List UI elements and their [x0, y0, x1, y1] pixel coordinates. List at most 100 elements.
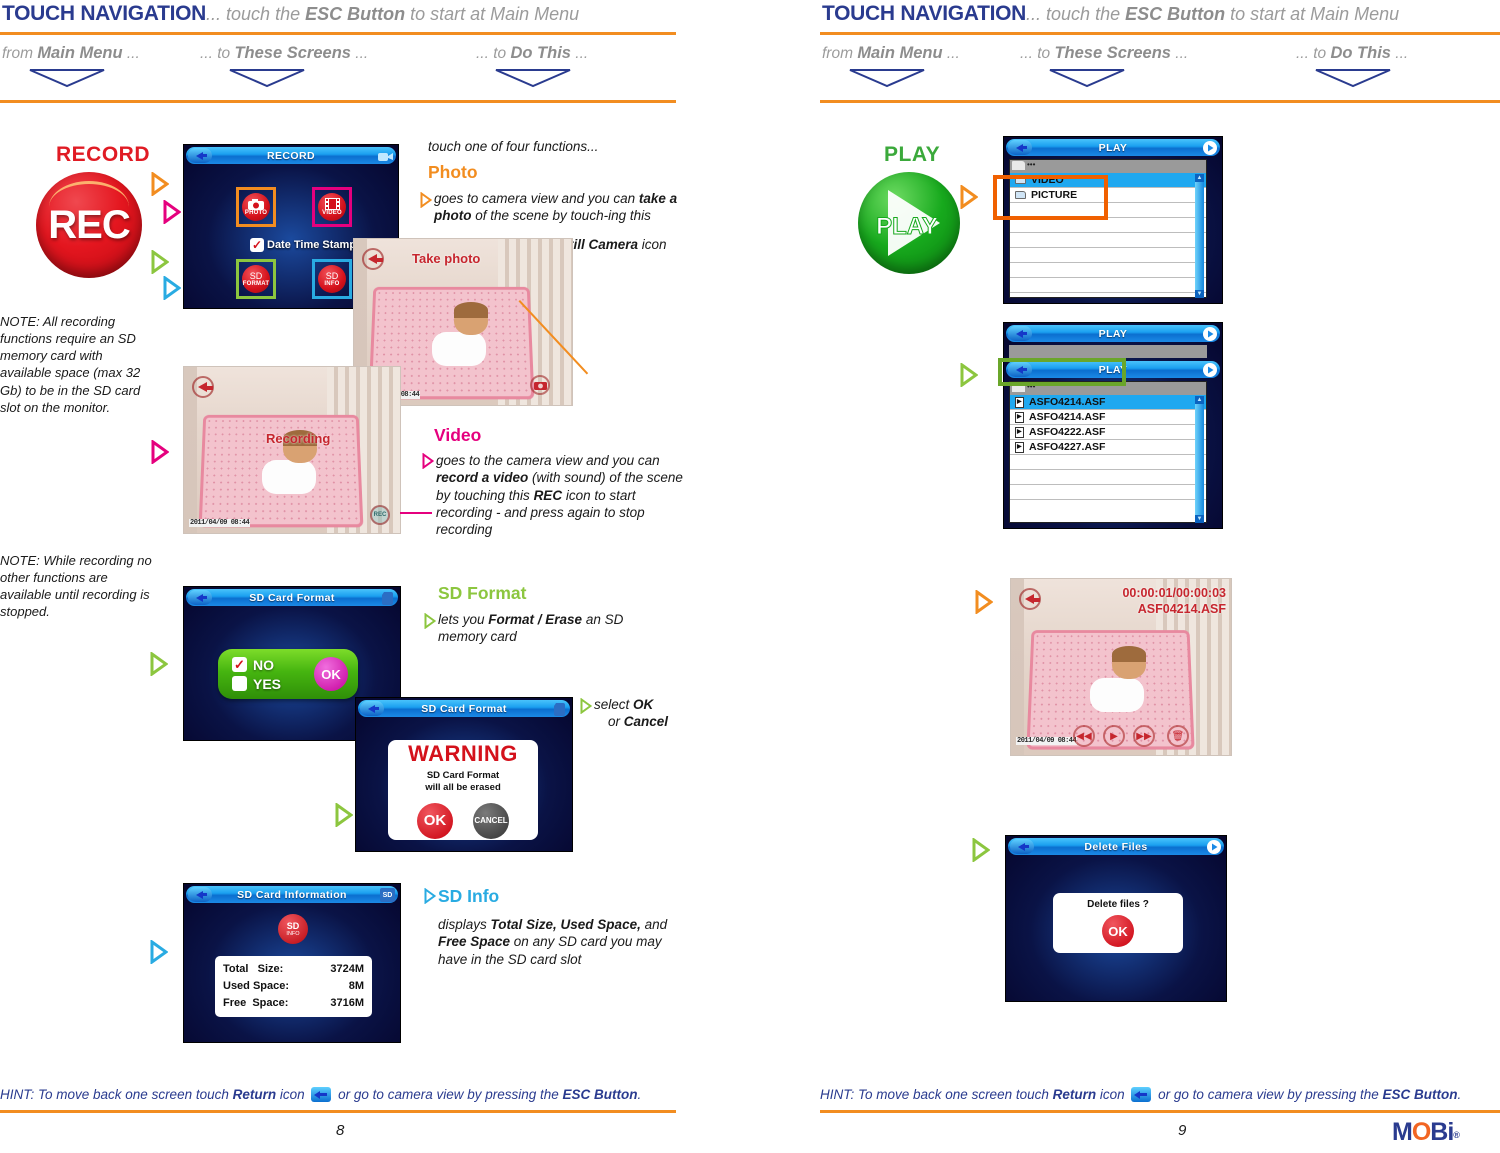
scroll-up-icon[interactable]: ▲	[1195, 174, 1204, 182]
return-icon-overlay-playback[interactable]	[1019, 588, 1041, 610]
file-icon	[1015, 441, 1024, 453]
record-item-photo[interactable]: PHOTO	[236, 187, 276, 227]
list-item[interactable]: ASFO4227.ASF	[1010, 440, 1206, 455]
list-item[interactable]: VIDEO	[1010, 173, 1206, 188]
list-item[interactable]	[1010, 263, 1206, 278]
play-badge[interactable]: PLAY	[858, 172, 960, 274]
callout-line-rec	[400, 512, 432, 514]
record-badge[interactable]: REC	[36, 172, 142, 278]
page-subtitle: ... touch the ESC Button to start at Mai…	[206, 4, 580, 24]
return-icon-play1[interactable]	[1008, 140, 1032, 155]
scroll-up-icon-2[interactable]: ▲	[1195, 396, 1204, 404]
warning-cancel-button[interactable]: CANCEL	[473, 802, 509, 839]
folder-icon-parent	[1012, 161, 1025, 170]
record-item-video[interactable]: VIDEO	[312, 187, 352, 227]
return-icon-sdinfo[interactable]	[188, 887, 212, 902]
return-icon-play2-inner[interactable]	[1008, 362, 1032, 377]
file-icon	[1015, 411, 1024, 423]
rec-button-overlay[interactable]: REC	[370, 505, 390, 525]
play-next-icon-3[interactable]	[1202, 363, 1217, 377]
return-icon-delete[interactable]	[1010, 839, 1034, 854]
list-item[interactable]	[1010, 218, 1206, 233]
header-col-do-this: ... to Do This ...	[476, 44, 589, 62]
list-item[interactable]	[1010, 233, 1206, 248]
header-col-do-this-right: ... to Do This ...	[1296, 44, 1409, 62]
still-camera-button[interactable]	[530, 375, 550, 395]
elapsed-total-time: 00:00:01/00:00:03	[1122, 586, 1226, 600]
sd-info-table: Total Size: 3724M Used Space: 8M Free Spac…	[215, 956, 372, 1018]
video-icon: VIDEO	[318, 193, 346, 221]
scrollbar-play2[interactable]: ▲ ▼	[1195, 396, 1204, 523]
play-folder-list[interactable]: ••• VIDEO PICTURE ▲ ▼	[1009, 159, 1207, 298]
pointer-green-sdformat	[150, 652, 168, 676]
list-item[interactable]	[1010, 455, 1206, 470]
pointer-green-warning	[335, 803, 353, 827]
play-next-icon-2[interactable]	[1202, 327, 1217, 341]
delete-ok-button[interactable]: OK	[1102, 915, 1134, 947]
baby-body-2	[261, 459, 316, 494]
sdformat-yes-label: YES	[253, 675, 282, 692]
fast-forward-button[interactable]: ▶▶	[1133, 725, 1155, 747]
list-item[interactable]	[1010, 248, 1206, 263]
return-icon-play2[interactable]	[1008, 326, 1032, 341]
sd-card-icon-2	[552, 702, 567, 716]
chevron-down-icon-3	[495, 69, 571, 88]
scroll-down-icon[interactable]: ▼	[1195, 290, 1204, 298]
playback-filename: ASF04214.ASF	[1137, 601, 1226, 616]
list-item[interactable]	[1010, 470, 1206, 485]
return-icon-warning[interactable]	[360, 701, 384, 716]
scrollbar-play1[interactable]: ▲ ▼	[1195, 174, 1204, 298]
screen-warning-title: SD Card Format	[421, 702, 507, 715]
delete-button[interactable]: 🗑	[1167, 725, 1189, 747]
screen-playback: 00:00:01/00:00:03 ASF04214.ASF 2011/04/0…	[1010, 578, 1232, 756]
record-item-sd-format[interactable]: SD FORMAT	[236, 259, 276, 299]
list-item[interactable]: ASFO4222.ASF	[1010, 425, 1206, 440]
warning-ok-button[interactable]: OK	[417, 802, 453, 839]
play-button[interactable]: ▶	[1103, 725, 1125, 747]
pointer-green-delete	[972, 838, 990, 862]
record-item-photo-label: PHOTO	[244, 209, 268, 216]
list-parent-row[interactable]: •••	[1010, 160, 1206, 173]
list-parent-row-2[interactable]: •••	[1010, 382, 1206, 395]
play-file-list[interactable]: ••• ASFO4214.ASF ASFO4214.ASF ASFO4222.A…	[1009, 381, 1207, 523]
timestamp-overlay-video: 2011/04/09 08:44	[189, 519, 251, 527]
photo-icon: PHOTO	[242, 193, 270, 221]
sdformat-option-no[interactable]: ✓ NO	[232, 657, 281, 673]
list-item[interactable]	[1010, 278, 1206, 293]
note-while-recording: NOTE: While recording no other functions…	[0, 553, 152, 620]
list-item[interactable]: ASFO4214.ASF	[1010, 395, 1206, 410]
screen-sd-card-information: SD Card Information SD SD INFO Total Siz…	[183, 883, 401, 1043]
list-item[interactable]	[1010, 203, 1206, 218]
checkbox-checked-icon: ✓	[250, 238, 264, 252]
play2-parent-strip	[1009, 345, 1207, 358]
sdformat-option-yes[interactable]: YES	[232, 676, 281, 692]
page-title-text: TOUCH NAVIGATION	[2, 2, 207, 25]
timestamp-overlay-playback: 2011/04/09 08:44	[1016, 737, 1078, 745]
screen-play-files: PLAY PLAY ••• ASFO4214.ASF	[1003, 322, 1223, 529]
sd-info-badge: SD INFO	[278, 914, 308, 944]
list-item[interactable]	[1010, 485, 1206, 500]
play-next-icon-4[interactable]	[1206, 840, 1221, 854]
note-recording-requirements: NOTE: All recording functions require an…	[0, 314, 141, 415]
screen-play2-title: PLAY	[1098, 327, 1128, 340]
take-photo-overlay: Take photo	[412, 251, 481, 266]
right-header: TOUCH NAVIGATION... touch the ESC Button…	[820, 2, 1500, 26]
list-item[interactable]: ASFO4214.ASF	[1010, 410, 1206, 425]
folder-icon	[1015, 176, 1026, 184]
sdformat-ok-button[interactable]: OK	[314, 657, 348, 691]
return-icon-overlay-photo[interactable]	[362, 248, 384, 270]
scroll-down-icon-2[interactable]: ▼	[1195, 515, 1204, 523]
return-icon-sdformat[interactable]	[188, 590, 212, 605]
date-time-stamp-checkbox[interactable]: ✓ Date Time Stamp	[250, 238, 356, 252]
baby-hair-3	[1112, 645, 1147, 662]
sd-info-icon: SD INFO	[318, 265, 346, 293]
list-item[interactable]: PICTURE	[1010, 188, 1206, 203]
record-item-sd-info[interactable]: SD INFO	[312, 259, 352, 299]
return-icon-overlay-video[interactable]	[192, 376, 214, 398]
pointer-pink-video	[163, 200, 181, 224]
play-next-icon[interactable]	[1202, 141, 1217, 155]
sd-format-body-text: lets you Format / Erase an SD memory car…	[438, 612, 624, 645]
table-row: Used Space: 8M	[223, 980, 364, 993]
rewind-button[interactable]: ◀◀	[1073, 725, 1095, 747]
return-icon[interactable]	[188, 148, 212, 163]
